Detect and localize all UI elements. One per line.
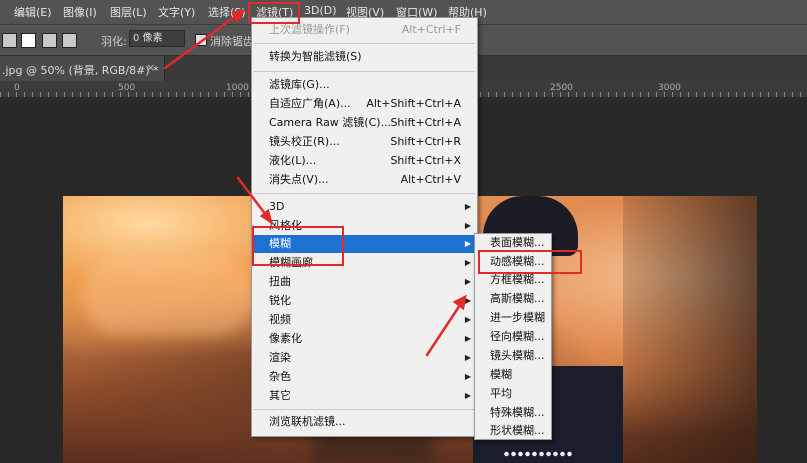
menu-item-3d[interactable]: 3D ▶ [252, 198, 477, 216]
submenu-arrow-icon: ▶ [464, 296, 471, 305]
photo-highlight [83, 256, 253, 336]
submenu-arrow-icon: ▶ [464, 372, 471, 381]
menu-item-average[interactable]: 平均 [475, 385, 551, 403]
menu-item-label: 浏览联机滤镜... [269, 415, 346, 428]
photo-pearls [503, 451, 573, 457]
annotation-box-filter-menu [248, 2, 300, 24]
menu-item-pixelate[interactable]: 像素化 ▶ [252, 330, 477, 348]
menu-item-label: 进一步模糊 [490, 311, 545, 324]
menu-item-label: 高斯模糊... [490, 292, 545, 305]
menu-item-label: 滤镜库(G)... [269, 78, 330, 91]
menu-item-video[interactable]: 视频 ▶ [252, 311, 477, 329]
menu-separator [254, 71, 475, 72]
submenu-arrow-icon: ▶ [464, 239, 471, 248]
menu-item-label: 锐化 [269, 294, 291, 307]
menu-item-lens-correction[interactable]: 镜头校正(R)... Shift+Ctrl+R [252, 133, 477, 151]
menu-separator [254, 193, 475, 194]
menu-item-label: 自适应广角(A)... [269, 97, 351, 110]
menu-layer[interactable]: 图层(L) [110, 4, 147, 20]
add-selection-icon[interactable] [21, 33, 36, 48]
menu-item-liquify[interactable]: 液化(L)... Shift+Ctrl+X [252, 152, 477, 170]
ruler-number: 0 [14, 83, 20, 93]
menu-item-label: 扭曲 [269, 275, 291, 288]
annotation-box-blur-item [252, 226, 344, 266]
menu-item-label: Camera Raw 滤镜(C)... [269, 116, 392, 129]
menu-select[interactable]: 选择(S) [208, 4, 246, 20]
menu-item-label: 视频 [269, 313, 291, 326]
submenu-arrow-icon: ▶ [464, 315, 471, 324]
menu-item-lens-blur[interactable]: 镜头模糊... [475, 347, 551, 365]
menu-edit[interactable]: 编辑(E) [14, 4, 52, 20]
menu-item-shape-blur[interactable]: 形状模糊... [475, 422, 551, 440]
menu-type[interactable]: 文字(Y) [158, 4, 195, 20]
submenu-arrow-icon: ▶ [464, 391, 471, 400]
menu-item-other[interactable]: 其它 ▶ [252, 387, 477, 405]
menu-item-camera-raw[interactable]: Camera Raw 滤镜(C)... Shift+Ctrl+A [252, 114, 477, 132]
menu-item-label: 其它 [269, 389, 291, 402]
menu-item-label: 模糊 [490, 368, 512, 381]
submenu-arrow-icon: ▶ [464, 277, 471, 286]
menu-separator [254, 43, 475, 44]
submenu-arrow-icon: ▶ [464, 221, 471, 230]
menu-item-label: 径向模糊... [490, 330, 545, 343]
menu-item-label: 平均 [490, 387, 512, 400]
photo-hair [623, 196, 757, 463]
feather-input[interactable]: 0 像素 [129, 30, 185, 47]
menu-item-browse-online[interactable]: 浏览联机滤镜... [252, 413, 477, 431]
menu-item-noise[interactable]: 杂色 ▶ [252, 368, 477, 386]
antialias-checkbox[interactable] [195, 34, 207, 46]
intersect-selection-icon[interactable] [62, 33, 77, 48]
menu-item-label: 镜头模糊... [490, 349, 545, 362]
menu-image[interactable]: 图像(I) [63, 4, 97, 20]
menu-item-filter-gallery[interactable]: 滤镜库(G)... [252, 76, 477, 94]
menu-item-smart-blur[interactable]: 特殊模糊... [475, 404, 551, 422]
menu-item-shortcut: Shift+Ctrl+A [390, 116, 461, 129]
menu-item-label: 渲染 [269, 351, 291, 364]
submenu-arrow-icon: ▶ [464, 353, 471, 362]
menu-item-distort[interactable]: 扭曲 ▶ [252, 273, 477, 291]
ruler-number: 500 [118, 83, 136, 93]
ruler-number: 2500 [550, 83, 573, 93]
menu-item-label: 3D [269, 200, 285, 213]
menu-item-label: 像素化 [269, 332, 302, 345]
menu-item-label: 液化(L)... [269, 154, 317, 167]
menu-item-gaussian-blur[interactable]: 高斯模糊... [475, 290, 551, 308]
menu-item-label: 转换为智能滤镜(S) [269, 50, 362, 63]
menu-item-shortcut: Shift+Ctrl+X [390, 154, 461, 167]
antialias-label: 消除锯齿 [210, 35, 254, 48]
menu-item-convert-smart-filter[interactable]: 转换为智能滤镜(S) [252, 48, 477, 66]
menu-item-shortcut: Alt+Ctrl+V [400, 173, 461, 186]
ruler-number: 1000 [226, 83, 249, 93]
menu-item-render[interactable]: 渲染 ▶ [252, 349, 477, 367]
menu-item-sharpen[interactable]: 锐化 ▶ [252, 292, 477, 310]
menu-separator [254, 409, 475, 410]
close-icon[interactable]: × [146, 61, 155, 74]
document-tab-title: .jpg @ 50% (背景, RGB/8#) * [2, 64, 159, 77]
annotation-box-motion-blur [478, 250, 582, 274]
submenu-arrow-icon: ▶ [464, 334, 471, 343]
menu-item-vanishing-point[interactable]: 消失点(V)... Alt+Ctrl+V [252, 171, 477, 189]
menu-item-blur-more[interactable]: 进一步模糊 [475, 309, 551, 327]
feather-label: 羽化: [101, 35, 127, 48]
document-tab[interactable]: .jpg @ 50% (背景, RGB/8#) * × [0, 56, 165, 81]
menu-item-shortcut: Shift+Ctrl+R [390, 135, 461, 148]
menu-item-label: 特殊模糊... [490, 406, 545, 419]
submenu-arrow-icon: ▶ [464, 258, 471, 267]
menu-item-shortcut: Alt+Ctrl+F [401, 23, 461, 36]
menu-item-label: 形状模糊... [490, 424, 545, 437]
new-selection-icon[interactable] [2, 33, 17, 48]
menu-item-blur-simple[interactable]: 模糊 [475, 366, 551, 384]
submenu-arrow-icon: ▶ [464, 202, 471, 211]
menu-item-label: 镜头校正(R)... [269, 135, 340, 148]
menu-item-label: 消失点(V)... [269, 173, 329, 186]
subtract-selection-icon[interactable] [42, 33, 57, 48]
menu-item-radial-blur[interactable]: 径向模糊... [475, 328, 551, 346]
menu-3d[interactable]: 3D(D) [304, 4, 337, 17]
menu-item-shortcut: Alt+Shift+Ctrl+A [366, 97, 461, 110]
menu-item-adaptive-wide-angle[interactable]: 自适应广角(A)... Alt+Shift+Ctrl+A [252, 95, 477, 113]
ruler-number: 3000 [658, 83, 681, 93]
menu-item-label: 杂色 [269, 370, 291, 383]
